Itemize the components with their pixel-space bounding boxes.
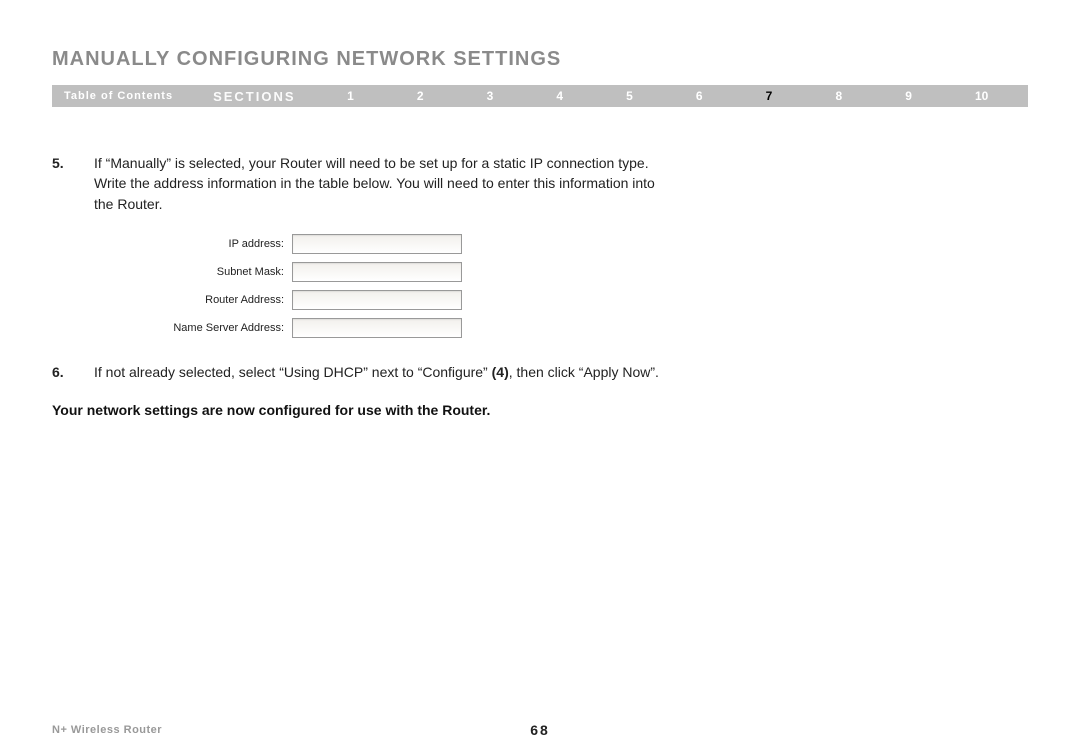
field-router-address[interactable] — [292, 290, 462, 310]
section-numbers: 1 2 3 4 5 6 7 8 9 10 — [316, 89, 1028, 103]
label-name-server: Name Server Address: — [142, 322, 292, 334]
form-row-router: Router Address: — [142, 290, 1028, 310]
page-number: 68 — [530, 722, 550, 738]
form-row-ip: IP address: — [142, 234, 1028, 254]
section-link-5[interactable]: 5 — [626, 89, 633, 103]
section-link-6[interactable]: 6 — [696, 89, 703, 103]
label-subnet-mask: Subnet Mask: — [142, 266, 292, 278]
label-router-address: Router Address: — [142, 294, 292, 306]
confirmation-text: Your network settings are now configured… — [52, 402, 1028, 418]
label-ip-address: IP address: — [142, 238, 292, 250]
page-title: MANUALLY CONFIGURING NETWORK SETTINGS — [52, 48, 1028, 71]
content-area: 5. If “Manually” is selected, your Route… — [52, 153, 1028, 418]
footer-product: N+ Wireless Router — [52, 724, 162, 736]
step-text: If not already selected, select “Using D… — [94, 362, 659, 382]
section-link-4[interactable]: 4 — [556, 89, 563, 103]
section-link-10[interactable]: 10 — [975, 89, 988, 103]
footer: N+ Wireless Router 68 — [52, 724, 1028, 736]
section-nav-bar: Table of Contents SECTIONS 1 2 3 4 5 6 7… — [52, 85, 1028, 107]
step6-part-a: If not already selected, select “Using D… — [94, 364, 492, 380]
step-text: If “Manually” is selected, your Router w… — [94, 153, 672, 214]
section-link-2[interactable]: 2 — [417, 89, 424, 103]
step-6: 6. If not already selected, select “Usin… — [52, 362, 672, 382]
step6-part-c: , then click “Apply Now”. — [509, 364, 659, 380]
form-row-nameserver: Name Server Address: — [142, 318, 1028, 338]
field-subnet-mask[interactable] — [292, 262, 462, 282]
ip-form: IP address: Subnet Mask: Router Address:… — [142, 234, 1028, 338]
step-number: 5. — [52, 153, 80, 214]
step6-bold: (4) — [492, 364, 509, 380]
section-link-3[interactable]: 3 — [487, 89, 494, 103]
section-link-1[interactable]: 1 — [347, 89, 354, 103]
sections-label: SECTIONS — [185, 89, 315, 104]
form-row-subnet: Subnet Mask: — [142, 262, 1028, 282]
step-number: 6. — [52, 362, 80, 382]
field-name-server[interactable] — [292, 318, 462, 338]
section-link-8[interactable]: 8 — [835, 89, 842, 103]
section-link-7[interactable]: 7 — [766, 89, 773, 103]
section-link-9[interactable]: 9 — [905, 89, 912, 103]
step-5: 5. If “Manually” is selected, your Route… — [52, 153, 672, 214]
toc-link[interactable]: Table of Contents — [52, 90, 185, 102]
field-ip-address[interactable] — [292, 234, 462, 254]
